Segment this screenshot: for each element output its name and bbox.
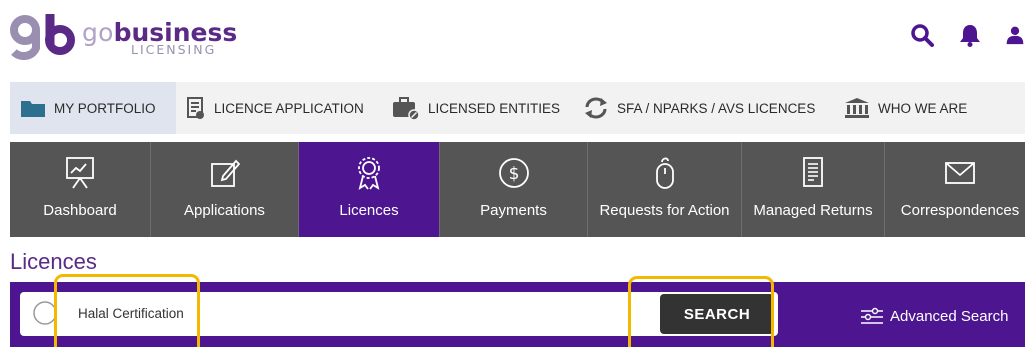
magnifier-icon (33, 301, 56, 325)
advanced-search-label: Advanced Search (890, 307, 1009, 325)
exchange-icon (585, 97, 607, 119)
topnav-licensed-entities[interactable]: LICENSED ENTITIES (392, 82, 560, 134)
tile-label: Payments (480, 202, 547, 219)
tile-managed-returns[interactable]: Managed Returns (742, 142, 885, 237)
user-icon[interactable] (1005, 22, 1025, 48)
tile-label: Correspondences (900, 202, 1020, 219)
tile-label: Applications (184, 202, 265, 219)
search-button[interactable]: SEARCH (660, 294, 774, 334)
topnav-label: MY PORTFOLIO (54, 100, 156, 116)
tile-label: Dashboard (43, 202, 117, 219)
folder-icon (21, 101, 45, 117)
topnav-label: SFA / NPARKS / AVS LICENCES (617, 100, 816, 116)
brand-go: go (82, 18, 114, 47)
briefcase-icon (393, 97, 420, 120)
tile-applications[interactable]: Applications (151, 142, 299, 237)
tile-label: Managed Returns (753, 202, 873, 219)
tile-dashboard[interactable]: Dashboard (10, 142, 151, 237)
tile-requests-for-action[interactable]: Requests for Action (588, 142, 742, 237)
search-input[interactable]: Halal Certification SEARCH (20, 292, 778, 336)
bell-icon[interactable] (957, 22, 983, 48)
topnav-sfa-nparks-avs[interactable]: SFA / NPARKS / AVS LICENCES (583, 82, 815, 134)
document-icon (187, 97, 204, 119)
site-header: gobusiness LICENSING (0, 0, 1025, 80)
page-title: Licences (10, 249, 97, 274)
sliders-icon (861, 307, 883, 324)
search-icon[interactable] (909, 22, 935, 48)
topnav-who-we-are[interactable]: WHO WE ARE (844, 82, 967, 134)
search-bar: Halal Certification SEARCH Advanced Sear… (10, 282, 1025, 347)
topnav-label: WHO WE ARE (878, 100, 968, 116)
tile-correspondences[interactable]: Correspondences (885, 142, 1025, 237)
edit-icon (210, 159, 240, 187)
tile-label: Requests for Action (599, 202, 730, 219)
topnav-licence-application[interactable]: LICENCE APPLICATION (186, 82, 364, 134)
document-lines-icon (803, 157, 823, 187)
advanced-search-link[interactable]: Advanced Search (860, 307, 1008, 325)
brand-wordmark: gobusiness LICENSING (82, 18, 237, 57)
tile-label: Licences (339, 202, 399, 219)
topnav-label: LICENSED ENTITIES (428, 100, 561, 116)
presentation-icon (66, 157, 94, 189)
topnav-label: LICENCE APPLICATION (214, 100, 364, 116)
tile-licences[interactable]: Licences (299, 142, 440, 237)
envelope-icon (945, 162, 975, 184)
tile-payments[interactable]: $ Payments (440, 142, 588, 237)
mouse-icon (655, 157, 674, 189)
top-navigation: MY PORTFOLIO LICENCE APPLICATION LICENSE… (10, 82, 1025, 134)
topnav-my-portfolio[interactable]: MY PORTFOLIO (10, 82, 176, 134)
svg-text:$: $ (508, 164, 519, 184)
award-icon (358, 157, 380, 190)
search-input-value[interactable]: Halal Certification (78, 292, 184, 336)
gobusiness-logo-icon[interactable] (8, 12, 78, 60)
header-actions (909, 22, 1025, 48)
institution-icon (845, 98, 869, 118)
dashboard-tiles: Dashboard Applications Licences $ Paymen… (10, 142, 1025, 237)
dollar-icon: $ (498, 158, 529, 188)
